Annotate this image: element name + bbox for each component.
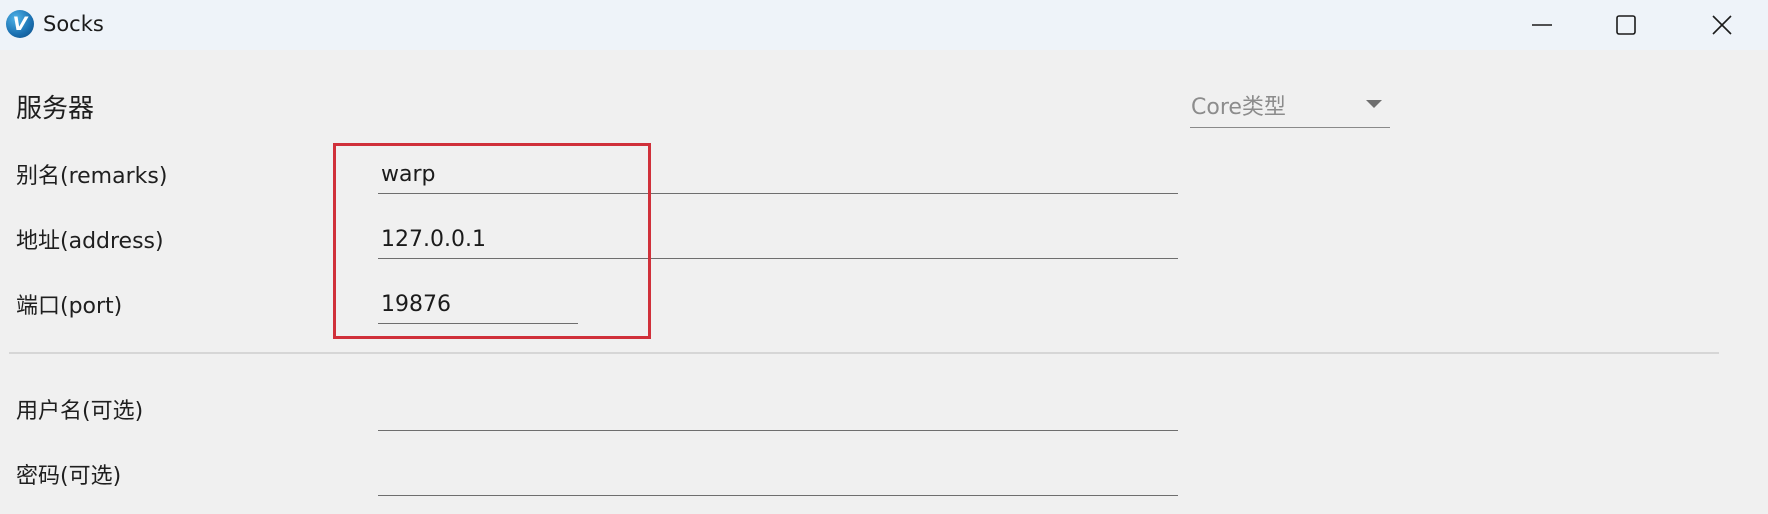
password-input[interactable] (378, 460, 1178, 496)
highlight-box (333, 143, 651, 339)
address-label: 地址(address) (16, 229, 164, 254)
section-title: 服务器 (16, 94, 95, 124)
title-bar: V Socks (0, 0, 1768, 50)
close-icon (1712, 15, 1732, 35)
app-logo-icon: V (6, 10, 34, 38)
minimize-icon (1532, 24, 1552, 26)
triangle-down-icon (1366, 100, 1382, 108)
close-button[interactable] (1682, 0, 1762, 50)
port-label: 端口(port) (16, 294, 123, 319)
section-divider (9, 352, 1719, 354)
username-input[interactable] (378, 395, 1178, 431)
core-type-label: Core类型 (1191, 95, 1286, 120)
minimize-button[interactable] (1502, 0, 1582, 50)
maximize-icon (1616, 15, 1636, 35)
core-type-select[interactable]: Core类型 (1190, 86, 1390, 128)
username-label: 用户名(可选) (16, 399, 144, 424)
password-label: 密码(可选) (16, 464, 122, 489)
window-title: Socks (43, 12, 104, 36)
maximize-button[interactable] (1586, 0, 1666, 50)
remarks-label: 别名(remarks) (16, 164, 168, 189)
